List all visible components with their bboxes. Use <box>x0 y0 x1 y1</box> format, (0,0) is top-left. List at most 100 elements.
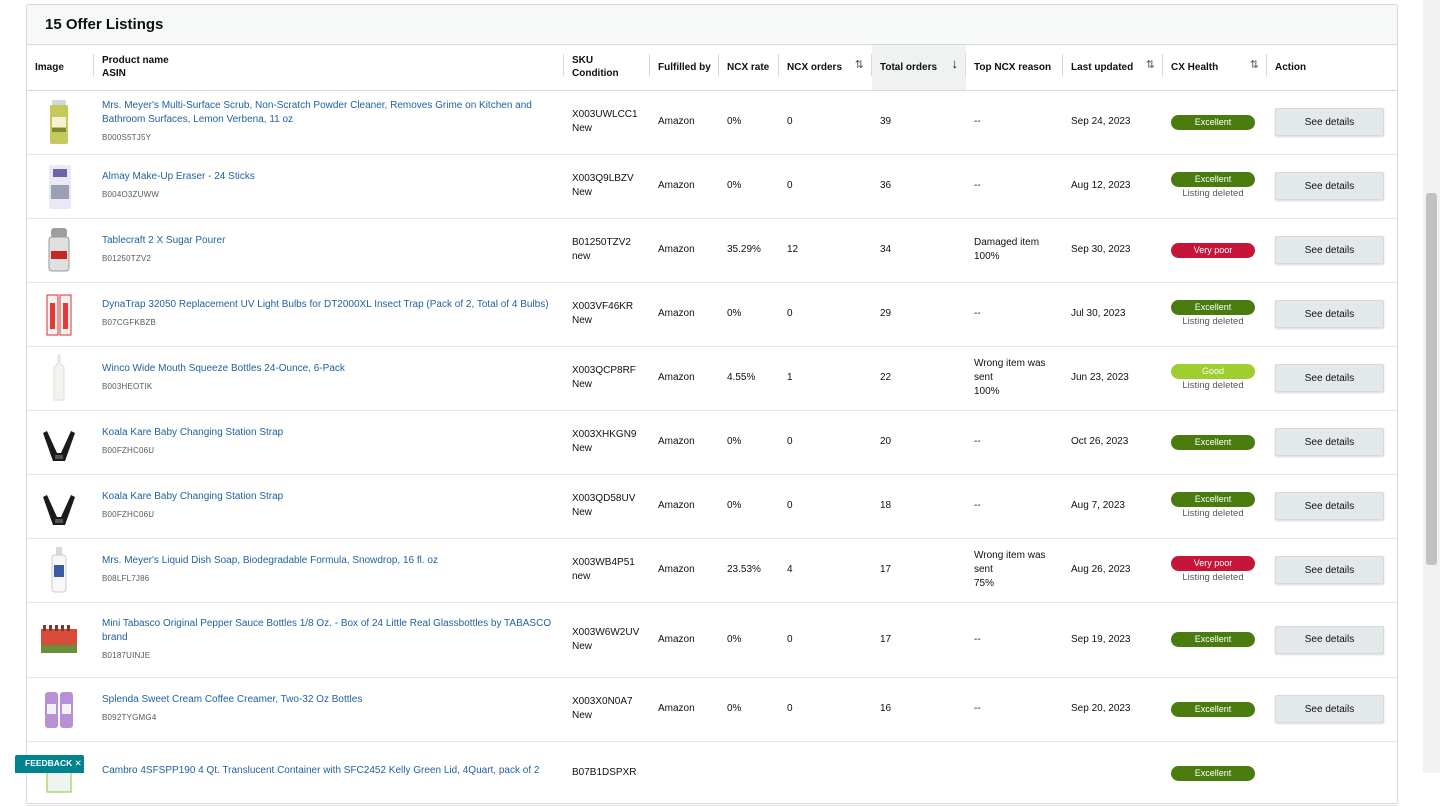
total-orders: 39 <box>872 90 966 155</box>
total-orders: 20 <box>872 410 966 475</box>
last-updated: Sep 20, 2023 <box>1063 677 1163 742</box>
fulfilled-by: Amazon <box>650 677 719 742</box>
image-cell <box>27 282 94 347</box>
product-name-link[interactable]: Splenda Sweet Cream Coffee Creamer, Two-… <box>102 693 556 707</box>
see-details-button[interactable]: See details <box>1275 300 1384 328</box>
scrollbar[interactable] <box>1423 0 1440 773</box>
col-fulfilled: Fulfilled by <box>650 45 719 91</box>
table-row: Koala Kare Baby Changing Station Strap B… <box>27 474 1397 539</box>
product-name-link[interactable]: Mrs. Meyer's Liquid Dish Soap, Biodegrad… <box>102 554 556 568</box>
product-name-link[interactable]: Almay Make-Up Eraser - 24 Sticks <box>102 170 556 184</box>
col-ncx-orders[interactable]: NCX orders ⇅ <box>779 45 872 91</box>
condition: New <box>572 315 593 326</box>
col-last-updated[interactable]: Last updated ⇅ <box>1063 45 1163 91</box>
image-cell <box>27 90 94 155</box>
last-updated <box>1063 741 1163 806</box>
sku: X003VF46KR <box>572 301 634 312</box>
see-details-button[interactable]: See details <box>1275 556 1384 584</box>
product-cell: Cambro 4SFSPP190 4 Qt. Translucent Conta… <box>94 741 564 806</box>
see-details-button[interactable]: See details <box>1275 172 1384 200</box>
image-cell <box>27 410 94 475</box>
strap-icon[interactable] <box>39 481 79 531</box>
cx-health-cell: Good Listing deleted <box>1163 346 1267 411</box>
cx-health-cell: Excellent <box>1163 90 1267 155</box>
package-icon[interactable] <box>39 161 79 211</box>
close-icon[interactable]: ✕ <box>75 758 82 768</box>
asin: B004O3ZUWW <box>102 190 160 199</box>
see-details-button[interactable]: See details <box>1275 236 1384 264</box>
bulbs-icon[interactable] <box>39 289 79 339</box>
sort-icon[interactable]: ⇅ <box>855 59 864 72</box>
ncx-orders: 0 <box>779 90 872 155</box>
table-row: Almay Make-Up Eraser - 24 Sticks B004O3Z… <box>27 154 1397 219</box>
col-cx-health[interactable]: CX Health ⇅ <box>1163 45 1267 91</box>
see-details-button[interactable]: See details <box>1275 364 1384 392</box>
product-name-link[interactable]: Koala Kare Baby Changing Station Strap <box>102 426 556 440</box>
table-row: DynaTrap 32050 Replacement UV Light Bulb… <box>27 282 1397 347</box>
top-ncx-reason: -- <box>974 116 981 127</box>
product-name-link[interactable]: Mini Tabasco Original Pepper Sauce Bottl… <box>102 617 556 645</box>
action-cell: See details <box>1267 346 1397 411</box>
table-row: Mini Tabasco Original Pepper Sauce Bottl… <box>27 602 1397 678</box>
sku-cell: X003Q9LBZV New <box>564 154 650 219</box>
jar-icon[interactable] <box>39 225 79 275</box>
sku-cell: X003W6W2UV New <box>564 602 650 678</box>
condition: New <box>572 507 593 518</box>
sort-icon[interactable]: ⇅ <box>1146 59 1155 72</box>
product-name-link[interactable]: Cambro 4SFSPP190 4 Qt. Translucent Conta… <box>102 764 556 778</box>
product-name-link[interactable]: Koala Kare Baby Changing Station Strap <box>102 490 556 504</box>
scrollbar-thumb[interactable] <box>1426 193 1437 565</box>
product-name-link[interactable]: Winco Wide Mouth Squeeze Bottles 24-Ounc… <box>102 362 556 376</box>
sort-desc-icon[interactable]: ↓ <box>952 57 959 70</box>
fulfilled-by <box>650 741 719 806</box>
status-badge: Excellent <box>1171 701 1255 717</box>
sku-cell: X003QCP8RF New <box>564 346 650 411</box>
see-details-button[interactable]: See details <box>1275 695 1384 723</box>
image-cell <box>27 346 94 411</box>
creamer-icon[interactable] <box>39 684 79 734</box>
see-details-button[interactable]: See details <box>1275 492 1384 520</box>
fulfilled-by: Amazon <box>650 282 719 347</box>
product-cell: Almay Make-Up Eraser - 24 Sticks B004O3Z… <box>94 154 564 219</box>
cx-health-cell: Excellent <box>1163 410 1267 475</box>
total-orders: 17 <box>872 602 966 678</box>
top-ncx-reason: sent <box>974 372 993 383</box>
table-row: Cambro 4SFSPP190 4 Qt. Translucent Conta… <box>27 741 1397 806</box>
see-details-button[interactable]: See details <box>1275 428 1384 456</box>
strap-icon[interactable] <box>39 417 79 467</box>
cx-health-cell: Excellent Listing deleted <box>1163 474 1267 539</box>
product-name-link[interactable]: Mrs. Meyer's Multi-Surface Scrub, Non-Sc… <box>102 99 556 127</box>
sauce-box-icon[interactable] <box>39 615 79 665</box>
product-cell: DynaTrap 32050 Replacement UV Light Bulb… <box>94 282 564 347</box>
sort-icon[interactable]: ⇅ <box>1250 59 1259 72</box>
table-row: Koala Kare Baby Changing Station Strap B… <box>27 410 1397 475</box>
ncx-rate: 0% <box>719 410 779 475</box>
col-total-orders[interactable]: Total orders ↓ <box>872 45 966 91</box>
listing-deleted-note: Listing deleted <box>1182 571 1244 583</box>
cx-health-cell: Excellent Listing deleted <box>1163 154 1267 219</box>
action-cell: See details <box>1267 218 1397 283</box>
status-badge: Excellent <box>1171 434 1255 450</box>
status-badge: Excellent <box>1171 114 1255 130</box>
fulfilled-by: Amazon <box>650 346 719 411</box>
see-details-button[interactable]: See details <box>1275 108 1384 136</box>
reason-cell: Wrong item was sent 75% <box>966 538 1063 603</box>
feedback-button[interactable]: FEEDBACK ✕ <box>15 755 84 773</box>
status-badge: Excellent <box>1171 491 1255 507</box>
cx-health-cell: Excellent Listing deleted <box>1163 282 1267 347</box>
asin: B01250TZV2 <box>102 254 152 263</box>
product-cell: Mrs. Meyer's Liquid Dish Soap, Biodegrad… <box>94 538 564 603</box>
bottle-icon[interactable] <box>39 353 79 403</box>
reason-cell: -- <box>966 410 1063 475</box>
product-name-link[interactable]: DynaTrap 32050 Replacement UV Light Bulb… <box>102 298 556 312</box>
asin: B003HEOTIK <box>102 382 153 391</box>
product-name-link[interactable]: Tablecraft 2 X Sugar Pourer <box>102 234 556 248</box>
cx-health-cell: Excellent <box>1163 677 1267 742</box>
see-details-button[interactable]: See details <box>1275 625 1384 654</box>
can-icon[interactable] <box>39 97 79 147</box>
last-updated: Aug 12, 2023 <box>1063 154 1163 219</box>
status-badge: Good <box>1171 363 1255 379</box>
sku-cell: X003VF46KR New <box>564 282 650 347</box>
soap-icon[interactable] <box>39 545 79 595</box>
sku-cell: X003QD58UV New <box>564 474 650 539</box>
